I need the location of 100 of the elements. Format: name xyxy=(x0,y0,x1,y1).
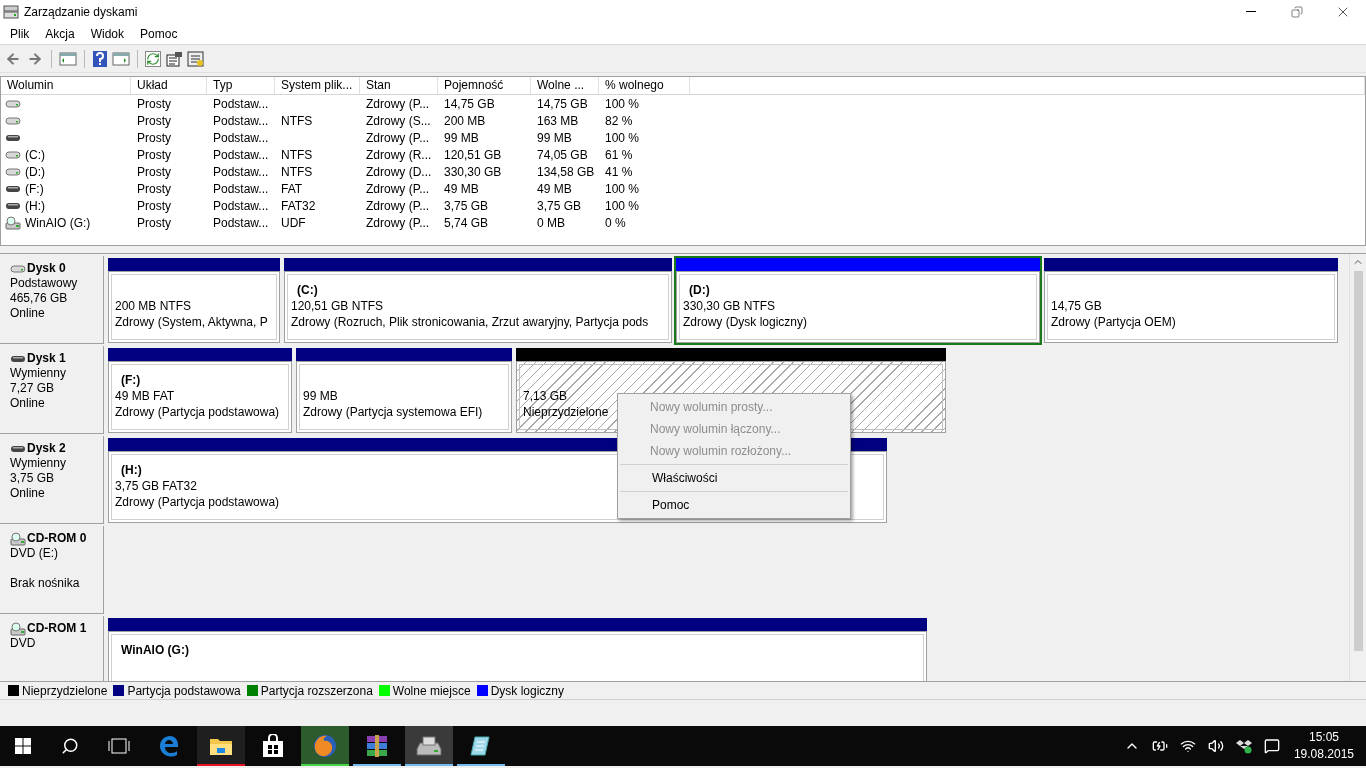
partition-status: Zdrowy (Rozruch, Plik stronicowania, Zrzut awaryjny, Partycja pods xyxy=(291,314,649,330)
legend-label: Partycja podstawowa xyxy=(127,682,241,700)
table-cell: Podstaw... xyxy=(213,199,269,213)
table-cell-text: (H:) xyxy=(25,198,45,215)
clock[interactable]: 15:05 19.08.2015 xyxy=(1289,726,1366,766)
disk-management-icon xyxy=(3,4,19,19)
column-header[interactable]: System plik... xyxy=(275,77,360,94)
disk-size: 465,76 GB xyxy=(10,291,69,306)
column-header[interactable]: % wolnego xyxy=(599,77,690,94)
table-cell: Podstaw... xyxy=(213,148,269,162)
table-cell: NTFS xyxy=(281,165,313,179)
table-cell: 82 % xyxy=(605,114,633,128)
column-header[interactable]: Wolumin xyxy=(1,77,131,94)
battery-icon[interactable] xyxy=(1151,738,1168,754)
disk-label-panel[interactable]: Dysk 2 Wymienny 3,75 GB Online xyxy=(0,436,104,524)
column-header[interactable]: Stan xyxy=(360,77,438,94)
partition-status: Zdrowy (Partycja systemowa EFI) xyxy=(303,404,483,420)
table-cell: Prosty xyxy=(137,148,171,162)
table-cell: Podstaw... xyxy=(213,182,269,196)
partition-status: Zdrowy (Partycja podstawowa) xyxy=(115,404,280,420)
taskbar-app-button[interactable] xyxy=(405,726,453,766)
disk-name: Dysk 2 xyxy=(27,441,66,456)
disk-type: Wymienny xyxy=(10,366,67,381)
clock-time: 15:05 xyxy=(1308,729,1339,746)
legend-label: Nieprzydzielone xyxy=(22,682,108,700)
table-cell: NTFS xyxy=(281,148,313,162)
cd-drive-icon xyxy=(5,216,21,230)
disk-status: Online xyxy=(10,486,46,501)
minimize-icon xyxy=(1246,11,1256,12)
table-cell-text: (C:) xyxy=(25,147,45,164)
table-cell: Prosty xyxy=(137,216,171,230)
column-header[interactable]: Typ xyxy=(207,77,275,94)
disk-label-panel[interactable]: CD-ROM 0 DVD (E:) Brak nośnika xyxy=(0,526,104,614)
partition-status: Nieprzydzielone xyxy=(523,404,609,420)
table-cell: Zdrowy (S... xyxy=(366,114,431,128)
partition-size: 330,30 GB NTFS xyxy=(683,298,776,314)
menu-item[interactable]: Akcja xyxy=(37,23,83,44)
table-cell-text: (D:) xyxy=(25,164,45,181)
menu-item[interactable]: Pomoc xyxy=(620,494,848,516)
legend-label: Partycja rozszerzona xyxy=(260,682,373,700)
partition[interactable]: (D:) 330,30 GB NTFS Zdrowy (Dysk logiczny) xyxy=(674,256,1042,345)
disk-status: Online xyxy=(10,306,46,321)
restore-icon xyxy=(1291,5,1303,18)
table-cell: 100 % xyxy=(605,97,640,111)
table-cell: 49 MB xyxy=(444,182,479,196)
partition-size: 14,75 GB xyxy=(1051,298,1102,314)
taskbar-app-button[interactable] xyxy=(197,726,245,766)
menu-item[interactable]: Widok xyxy=(82,23,133,44)
windows-logo-icon xyxy=(14,738,31,754)
wifi-icon[interactable] xyxy=(1179,738,1196,754)
notifications-icon[interactable] xyxy=(1263,738,1280,754)
properties-button[interactable] xyxy=(165,50,183,67)
table-cell: Podstaw... xyxy=(213,97,269,111)
disk-size: 3,75 GB xyxy=(10,471,56,486)
partition-size: 99 MB xyxy=(303,388,338,404)
books-icon xyxy=(364,734,390,758)
table-cell: Zdrowy (P... xyxy=(366,182,430,196)
cd-drive-icon xyxy=(10,531,26,546)
table-cell: Zdrowy (P... xyxy=(366,97,430,111)
legend-label: Dysk logiczny xyxy=(490,682,564,700)
table-cell: 99 MB xyxy=(537,131,572,145)
drive-icon xyxy=(5,133,21,143)
disk-label-panel[interactable]: Dysk 1 Wymienny 7,27 GB Online xyxy=(0,346,104,434)
partition-label: (D:) xyxy=(689,282,710,298)
table-cell: 100 % xyxy=(605,199,640,213)
disk-type: Podstawowy xyxy=(10,276,79,291)
table-cell: 14,75 GB xyxy=(444,97,495,111)
column-header[interactable]: Układ xyxy=(131,77,207,94)
column-header[interactable]: Wolne ... xyxy=(531,77,599,94)
partition-size: 200 MB NTFS xyxy=(115,298,192,314)
table-cell: Prosty xyxy=(137,131,171,145)
menu-item[interactable]: Właściwości xyxy=(620,467,848,489)
clock-date: 19.08.2015 xyxy=(1293,746,1354,763)
disk-label-panel[interactable]: Dysk 0 Podstawowy 465,76 GB Online xyxy=(0,256,104,344)
disk-drive-icon xyxy=(416,735,442,757)
notepad-icon xyxy=(469,734,493,758)
partition-label: (F:) xyxy=(121,372,141,388)
table-cell: Prosty xyxy=(137,114,171,128)
help-button[interactable] xyxy=(92,49,108,68)
drive-icon xyxy=(5,116,21,126)
table-cell: 3,75 GB xyxy=(537,199,582,213)
table-cell: 163 MB xyxy=(537,114,579,128)
disk-status: Online xyxy=(10,396,46,411)
browser-e-icon xyxy=(157,734,181,758)
folder-icon xyxy=(209,736,233,756)
volume-icon[interactable] xyxy=(1207,738,1224,754)
table-cell: UDF xyxy=(281,216,306,230)
table-cell: 0 % xyxy=(605,216,626,230)
drive-icon xyxy=(5,150,21,160)
table-cell: 61 % xyxy=(605,148,633,162)
disk-name: Dysk 0 xyxy=(27,261,66,276)
partition-status: Zdrowy (Partycja podstawowa) xyxy=(115,494,280,510)
disk-type: DVD xyxy=(10,636,37,651)
column-header[interactable]: Pojemność xyxy=(438,77,531,94)
box-sync-icon[interactable] xyxy=(1235,738,1252,754)
menu-item[interactable]: Pomoc xyxy=(132,23,186,44)
menu-item[interactable]: Plik xyxy=(2,23,38,44)
refresh-button[interactable] xyxy=(145,50,161,67)
drive-icon xyxy=(5,167,21,177)
scrollbar[interactable] xyxy=(1349,254,1366,681)
